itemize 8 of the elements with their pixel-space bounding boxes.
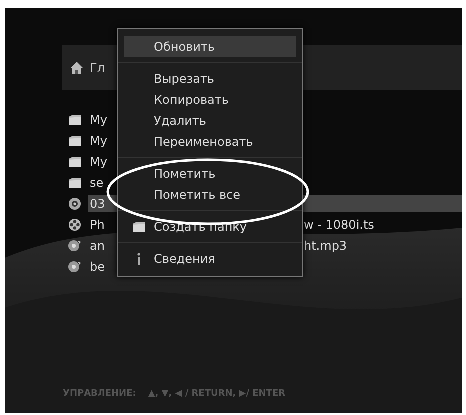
file-name: se <box>90 176 105 190</box>
file-name: My <box>90 154 108 168</box>
file-name: 03 <box>90 196 106 210</box>
file-name: ht.mp3 <box>304 238 348 252</box>
file-name: an <box>90 238 106 252</box>
header-title: Гл <box>90 60 105 74</box>
controls-label: УПРАВЛЕНИЕ: <box>63 389 136 399</box>
controls-keys: ▲, ▼, ◀ / RETURN, ▶/ ENTER <box>148 389 286 399</box>
